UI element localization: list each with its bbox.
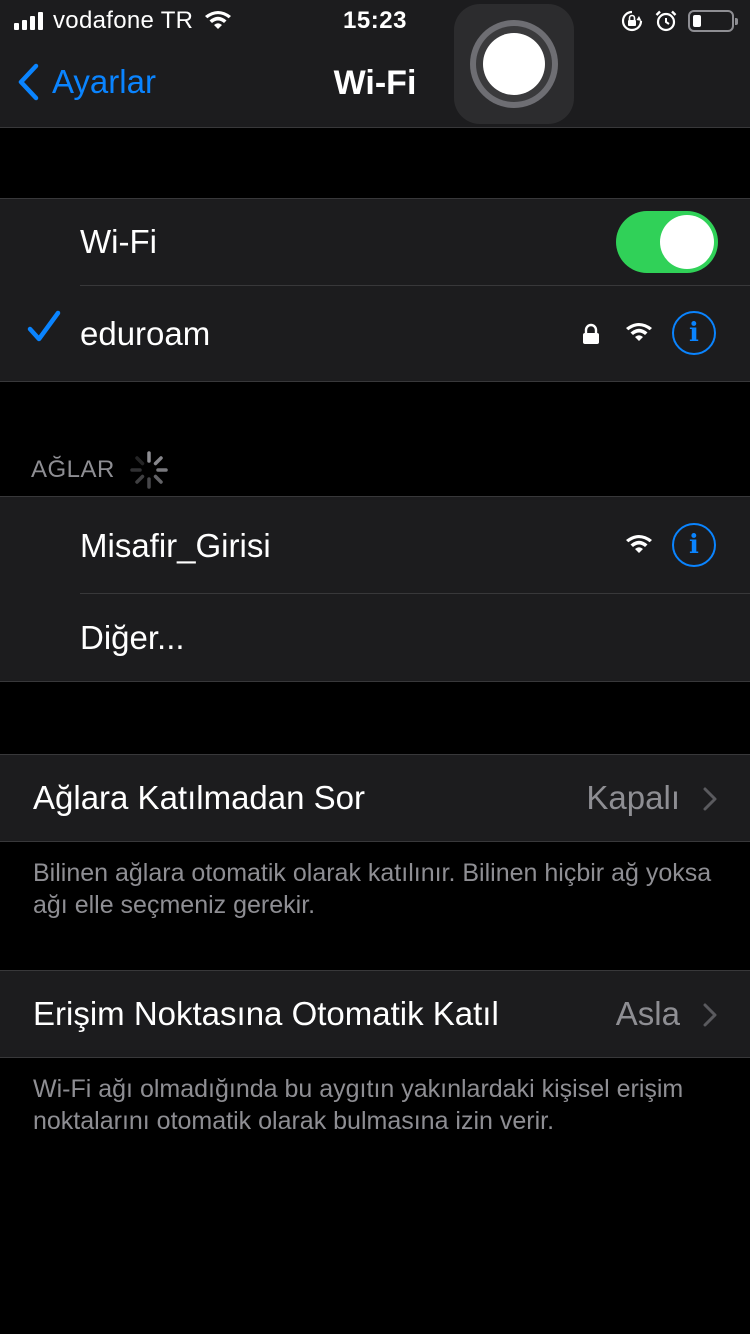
networks-header-label: AĞLAR <box>31 456 115 483</box>
ask-to-join-row[interactable]: Ağlara Katılmadan Sor Kapalı <box>0 755 750 841</box>
alarm-icon <box>655 10 677 32</box>
checkmark-icon <box>27 310 61 342</box>
other-network-label: Diğer... <box>80 619 185 656</box>
status-bar: vodafone TR 15:23 <box>0 0 750 42</box>
wifi-toggle-row: Wi-Fi <box>0 199 750 285</box>
toggle-knob <box>660 215 714 269</box>
other-network-row[interactable]: Diğer... <box>0 593 750 681</box>
wifi-strength-icon <box>626 535 652 553</box>
connected-network-row[interactable]: eduroam i <box>0 285 750 381</box>
loading-spinner-icon <box>130 451 168 489</box>
page-title: Wi-Fi <box>333 64 417 102</box>
ask-to-join-label: Ağlara Katılmadan Sor <box>33 779 366 816</box>
lock-icon <box>583 323 599 344</box>
connected-network-name: eduroam <box>80 315 211 352</box>
ask-to-join-footer: Bilinen ağlara otomatik olarak katılınır… <box>33 859 712 919</box>
info-button[interactable]: i <box>672 311 716 355</box>
assistive-touch-inner-ring <box>476 26 552 102</box>
network-row[interactable]: Misafir_Girisi i <box>0 497 750 593</box>
wifi-strength-icon <box>626 323 652 341</box>
chevron-right-icon <box>703 787 717 811</box>
navigation-bar: Ayarlar Wi-Fi <box>0 42 750 128</box>
orientation-lock-icon <box>621 10 643 32</box>
assistive-touch-button[interactable] <box>454 4 574 124</box>
chevron-right-icon <box>703 1003 717 1027</box>
auto-join-hotspot-group: Erişim Noktasına Otomatik Katıl Asla <box>0 970 750 1058</box>
auto-join-hotspot-row[interactable]: Erişim Noktasına Otomatik Katıl Asla <box>0 971 750 1057</box>
ask-to-join-value: Kapalı <box>586 779 680 816</box>
info-button[interactable]: i <box>672 523 716 567</box>
networks-group: Misafir_Girisi i Diğer... <box>0 496 750 682</box>
auto-join-hotspot-value: Asla <box>615 995 680 1032</box>
auto-join-hotspot-footer: Wi-Fi ağı olmadığında bu aygıtın yakınla… <box>33 1075 684 1135</box>
auto-join-hotspot-label: Erişim Noktasına Otomatik Katıl <box>33 995 499 1032</box>
battery-icon <box>688 10 738 32</box>
ask-to-join-group: Ağlara Katılmadan Sor Kapalı <box>0 754 750 842</box>
status-right <box>620 8 738 34</box>
assistive-touch-ring <box>470 20 558 108</box>
wifi-group: Wi-Fi eduroam i <box>0 198 750 382</box>
assistive-touch-core <box>483 33 545 95</box>
wifi-toggle-switch[interactable] <box>616 211 718 273</box>
wifi-toggle-label: Wi-Fi <box>80 223 157 260</box>
networks-section-header: AĞLAR <box>31 450 169 490</box>
network-name: Misafir_Girisi <box>80 527 271 564</box>
